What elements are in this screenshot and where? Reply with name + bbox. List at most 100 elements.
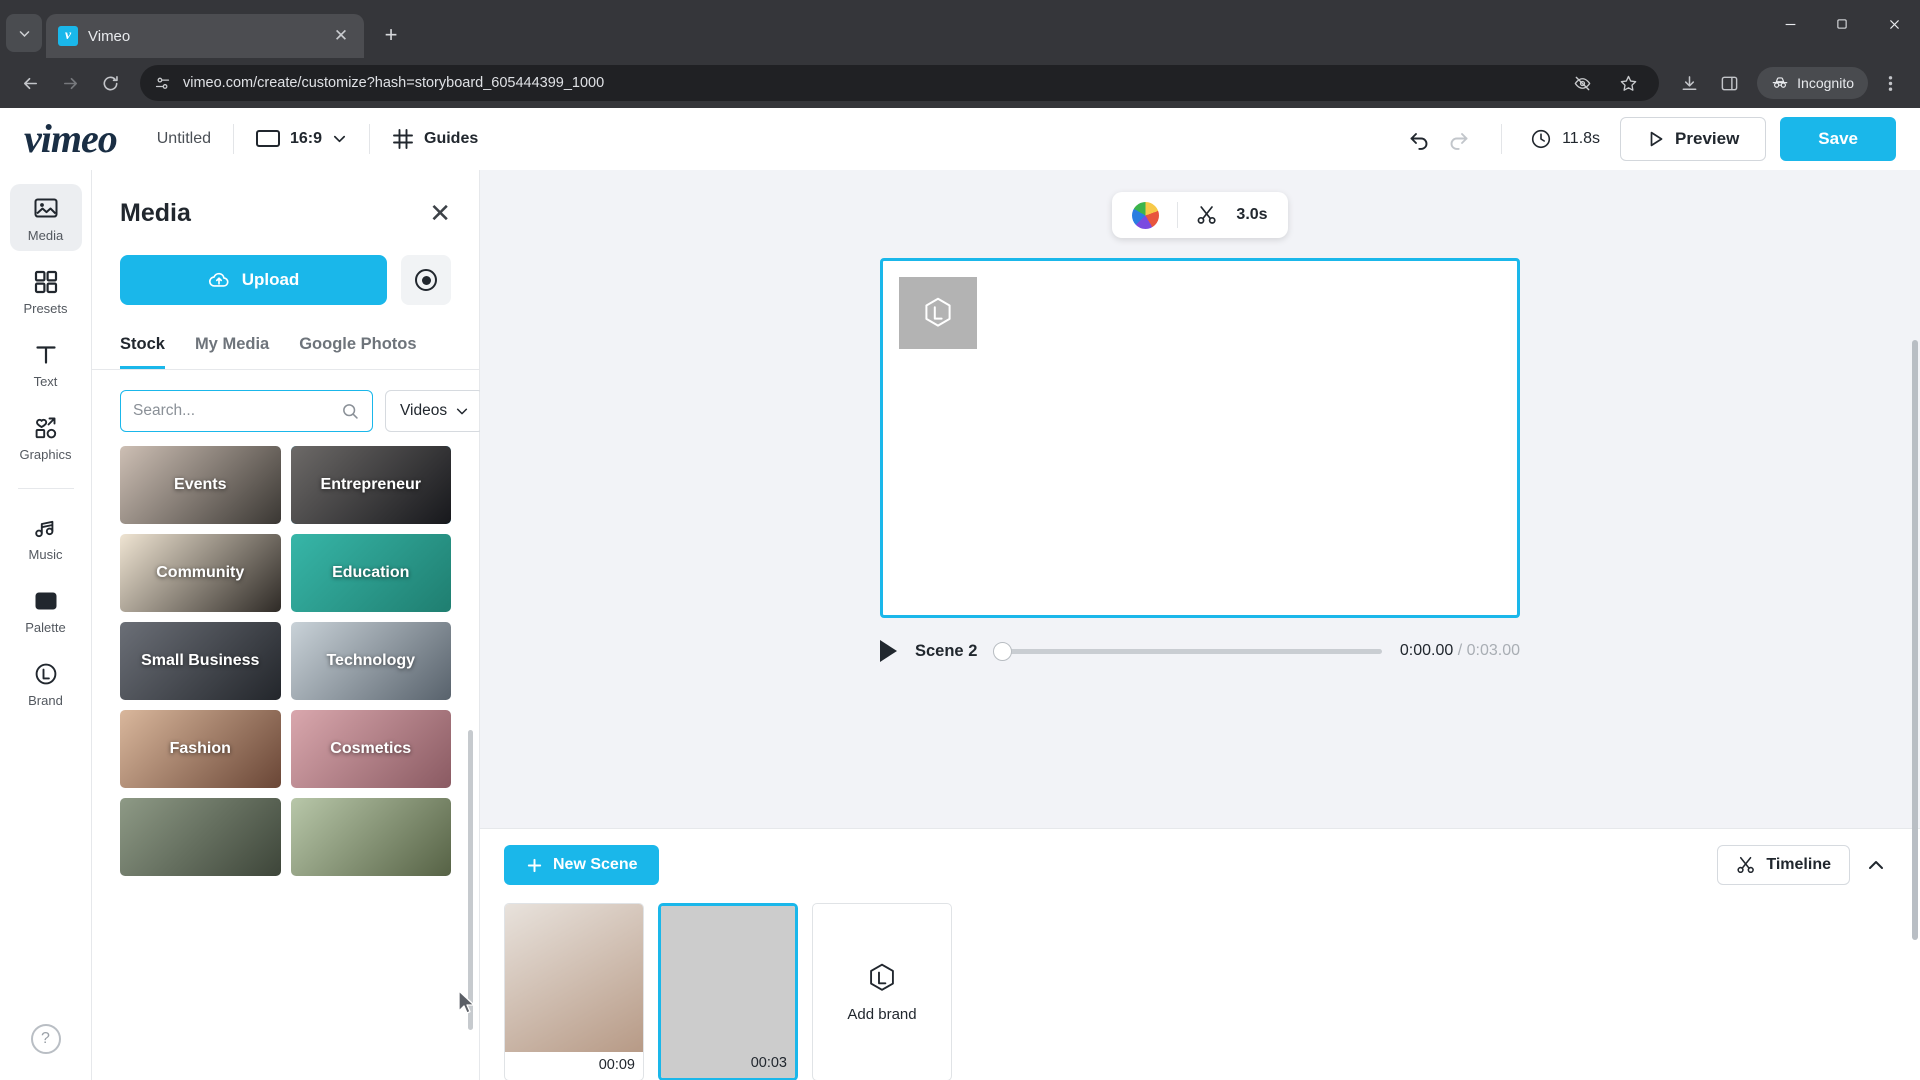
category-label: Technology <box>326 652 416 669</box>
aspect-ratio-selector[interactable]: 16:9 <box>255 129 347 148</box>
scene-card[interactable]: 00:09 <box>504 903 644 1080</box>
tab-my-media[interactable]: My Media <box>195 335 269 369</box>
shapes-icon <box>35 417 56 439</box>
preview-button[interactable]: Preview <box>1620 116 1767 161</box>
url-bar: vimeo.com/create/customize?hash=storyboa… <box>0 58 1920 108</box>
maximize-icon[interactable] <box>1816 0 1868 48</box>
playback-controls: Scene 2 0:00.00 / 0:03.00 <box>880 640 1520 662</box>
category-label: Entrepreneur <box>320 476 421 493</box>
stock-category-cell[interactable]: Fashion <box>120 710 281 788</box>
scrubber-thumb[interactable] <box>993 641 1013 661</box>
stock-category-cell[interactable]: Community <box>120 534 281 612</box>
eye-slash-icon[interactable] <box>1567 68 1597 98</box>
video-canvas[interactable] <box>880 258 1520 618</box>
incognito-indicator[interactable]: Incognito <box>1757 67 1868 99</box>
help-icon[interactable]: ? <box>30 1024 61 1054</box>
sidebar-item-presets[interactable]: Presets <box>10 259 82 324</box>
stock-category-cell[interactable] <box>120 798 281 876</box>
new-scene-button[interactable]: New Scene <box>504 845 660 885</box>
close-window-icon[interactable] <box>1868 0 1920 48</box>
vimeo-logo[interactable]: vimeo <box>24 115 118 162</box>
left-sidebar: Media Presets Text Graphics Music Palett… <box>0 170 92 1080</box>
close-icon[interactable]: ✕ <box>330 25 352 47</box>
sidebar-item-music[interactable]: Music <box>10 505 82 570</box>
media-panel-title: Media <box>120 199 191 227</box>
scissors-icon <box>1197 206 1217 224</box>
record-button[interactable] <box>401 255 451 305</box>
timeline-button[interactable]: Timeline <box>1717 845 1850 885</box>
search-field[interactable] <box>133 402 333 420</box>
undo-icon[interactable] <box>1399 119 1439 159</box>
scrubber-track[interactable] <box>993 641 1382 661</box>
close-icon[interactable]: ✕ <box>429 198 451 229</box>
sidebar-item-palette[interactable]: Palette <box>10 578 82 643</box>
project-title[interactable]: Untitled <box>157 130 211 148</box>
media-panel: Media ✕ Upload Stock My Media Google Pho <box>92 170 485 1080</box>
category-label: Fashion <box>169 740 231 757</box>
brand-placeholder[interactable] <box>899 277 977 349</box>
upload-button[interactable]: Upload <box>120 255 387 305</box>
cloud-upload-icon <box>208 272 229 287</box>
new-scene-label: New Scene <box>553 856 638 873</box>
sidebar-item-media[interactable]: Media <box>9 184 82 251</box>
sidebar-label-presets: Presets <box>23 301 68 316</box>
stock-category-cell[interactable]: Small Business <box>120 622 281 700</box>
chevron-down-icon <box>19 30 29 37</box>
stock-category-cell[interactable]: Education <box>290 534 451 612</box>
scene-duration-badge: 00:03 <box>750 1055 787 1071</box>
timeline-panel: New Scene Timeline 00:09 00:03 Add brand <box>480 828 1920 1080</box>
download-icon[interactable] <box>1671 65 1707 101</box>
stock-category-cell[interactable]: Technology <box>290 622 451 700</box>
divider <box>232 123 234 154</box>
stock-category-cell[interactable]: Entrepreneur <box>290 446 451 524</box>
guides-button[interactable]: Guides <box>392 128 478 150</box>
upload-label: Upload <box>241 270 300 289</box>
tab-stock[interactable]: Stock <box>120 335 165 369</box>
app-scrollbar[interactable] <box>1912 340 1918 940</box>
vimeo-favicon: v <box>58 26 78 46</box>
vimeo-create-app: vimeo Untitled 16:9 Guides 11.8s Preview… <box>0 108 1920 1080</box>
category-label: Small Business <box>141 652 260 669</box>
tab-search-button[interactable] <box>6 14 42 52</box>
redo-icon <box>1439 119 1479 159</box>
timeline-header: New Scene Timeline <box>504 845 1896 885</box>
color-wheel-icon[interactable] <box>1132 201 1160 229</box>
save-button[interactable]: Save <box>1780 116 1896 161</box>
canvas-area: 3.0s Scene 2 0:00.00 / 0:03.00 <box>480 170 1920 828</box>
minimize-icon[interactable] <box>1764 0 1816 48</box>
music-note-icon <box>34 520 53 538</box>
side-panel-icon[interactable] <box>1711 65 1747 101</box>
chevron-down-icon <box>333 135 346 143</box>
brand-hexagon-icon <box>870 963 894 991</box>
category-label: Community <box>156 564 245 581</box>
scene-toolbar-badge: 3.0s <box>1112 192 1288 238</box>
aspect-ratio-value: 16:9 <box>289 129 323 147</box>
page-settings-icon[interactable] <box>154 75 171 92</box>
new-tab-button[interactable]: + <box>374 18 408 52</box>
star-icon[interactable] <box>1613 68 1643 98</box>
panel-scrollbar[interactable] <box>468 730 473 1030</box>
scene-card[interactable]: 00:03 <box>658 903 798 1080</box>
browser-tab[interactable]: v Vimeo ✕ <box>46 14 364 58</box>
tab-google-photos[interactable]: Google Photos <box>299 335 416 369</box>
back-arrow-icon[interactable] <box>12 65 48 101</box>
kebab-menu-icon[interactable] <box>1872 65 1908 101</box>
collapse-timeline-button[interactable] <box>1856 845 1896 885</box>
stock-category-cell[interactable]: Events <box>120 446 281 524</box>
omnibox[interactable]: vimeo.com/create/customize?hash=storyboa… <box>140 65 1660 101</box>
sidebar-label-media: Media <box>27 228 64 243</box>
search-input[interactable] <box>120 390 373 432</box>
record-icon <box>415 269 437 291</box>
add-brand-card[interactable]: Add brand <box>812 903 952 1080</box>
mouse-cursor <box>458 990 475 1014</box>
sidebar-item-text[interactable]: Text <box>10 332 82 397</box>
media-type-filter[interactable]: Videos <box>385 390 485 432</box>
sidebar-item-brand[interactable]: Brand <box>10 651 82 716</box>
stock-category-cell[interactable]: Cosmetics <box>290 710 451 788</box>
text-t-icon <box>35 346 56 364</box>
sidebar-item-graphics[interactable]: Graphics <box>10 405 82 470</box>
reload-icon[interactable] <box>92 65 128 101</box>
play-icon[interactable] <box>880 640 897 662</box>
stock-category-cell[interactable] <box>290 798 451 876</box>
brand-hexagon-icon <box>35 663 56 685</box>
